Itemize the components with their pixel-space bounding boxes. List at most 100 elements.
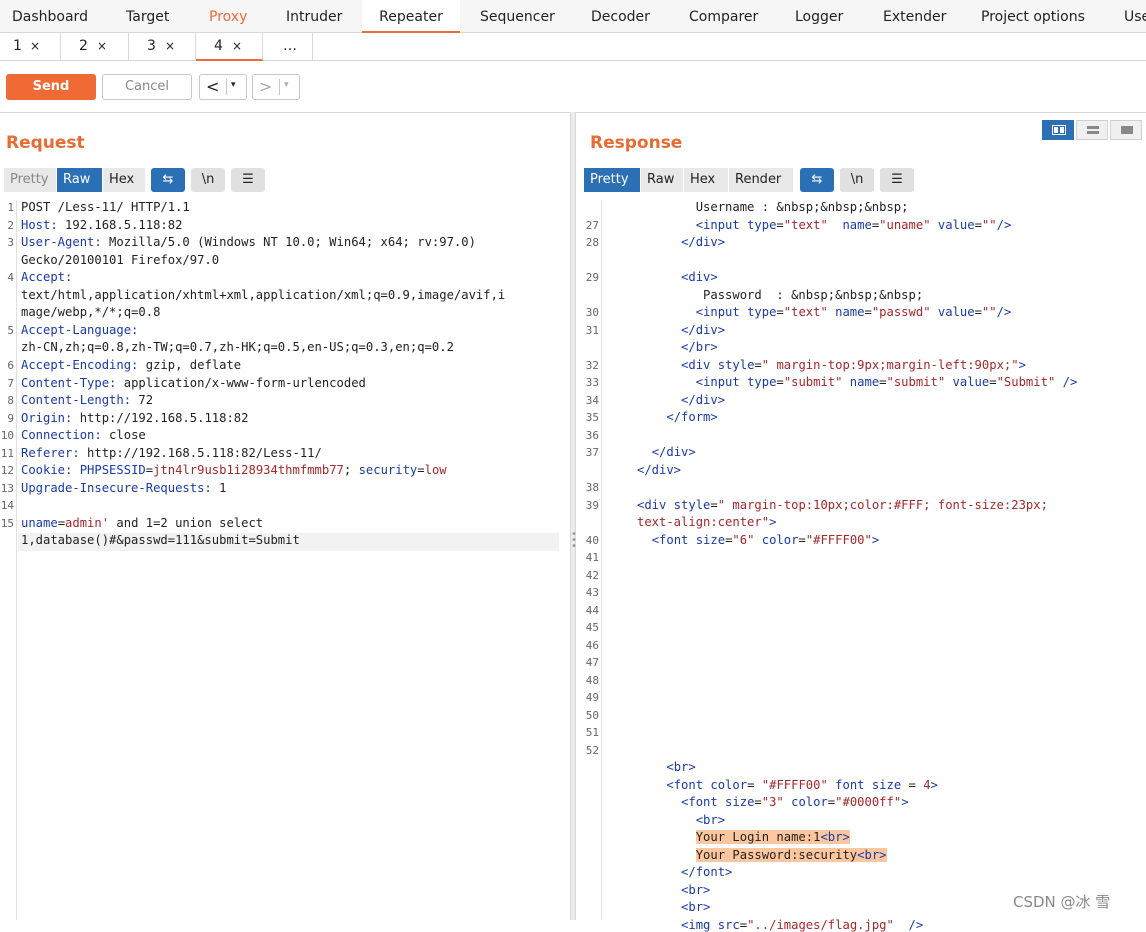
chevron-down-icon[interactable]: ▾ — [284, 80, 289, 90]
response-mode-raw[interactable]: Raw — [641, 168, 683, 192]
code-line: <font size="6" color="#FFFF00"> — [637, 533, 880, 547]
close-icon[interactable]: × — [97, 33, 107, 59]
code-token: Referer: — [21, 445, 80, 460]
code-token: </div> — [681, 392, 726, 407]
wrap-lines-icon[interactable]: ⇆ — [800, 168, 834, 192]
response-editor[interactable]: Username : &nbsp;&nbsp;&nbsp; 27 <input t… — [576, 200, 1146, 932]
line-number: 32 — [585, 358, 599, 372]
code-token: Your Password:security — [695, 847, 858, 862]
history-forward-button[interactable]: > ▾ — [252, 74, 300, 100]
code-line: </div> — [637, 323, 725, 337]
code-line: <br> — [637, 760, 695, 774]
code-token: zh-CN,zh;q=0.8,zh-TW;q=0.7,zh-HK;q=0.5,e… — [21, 340, 454, 355]
code-token: </br> — [681, 340, 718, 354]
repeater-tab-2[interactable]: 2 × — [61, 33, 129, 61]
code-token: Host: — [21, 217, 58, 232]
menu-icon[interactable]: ☰ — [880, 168, 914, 192]
chevron-left-icon: < — [206, 77, 220, 96]
code-token: = — [754, 357, 762, 372]
watermark: CSDN @冰 雪 — [1013, 893, 1111, 911]
line-number: 47 — [585, 656, 599, 669]
side-by-side-layout-icon[interactable] — [1042, 120, 1074, 140]
code-token: "#FFFF00" — [761, 777, 828, 792]
line-number: 36 — [585, 428, 599, 442]
close-icon[interactable]: × — [30, 33, 40, 59]
repeater-tab-more[interactable]: … — [263, 33, 313, 61]
tab-repeater[interactable]: Repeater — [362, 0, 460, 33]
line-number: 10 — [0, 429, 14, 443]
code-token: = — [754, 795, 762, 809]
repeater-tab-1[interactable]: 1 × — [0, 33, 61, 61]
repeater-tab-3[interactable]: 3 × — [129, 33, 196, 61]
line-number: 52 — [585, 743, 599, 757]
line-number: 37 — [585, 446, 599, 459]
code-token: <br> — [820, 830, 850, 844]
tab-target[interactable]: Target — [126, 0, 169, 33]
line-number: 28 — [585, 236, 599, 249]
request-mode-raw[interactable]: Raw — [57, 168, 102, 192]
code-token: Accept: — [21, 270, 73, 285]
line-number: 38 — [585, 481, 599, 494]
close-icon[interactable]: × — [232, 33, 242, 59]
line-number: 42 — [585, 568, 599, 582]
code-token: close — [101, 428, 146, 443]
repeater-tab-4[interactable]: 4 × — [196, 33, 263, 61]
wrap-lines-icon[interactable]: ⇆ — [151, 168, 185, 192]
code-token: 192.168.5.118:82 — [57, 217, 183, 232]
code-line: Content-Type: application/x-www-form-url… — [21, 376, 366, 390]
code-token: Mozilla/5.0 (Windows NT 10.0; Win64; x64… — [101, 235, 476, 250]
code-line: </div> — [637, 393, 725, 407]
line-number: 3 — [7, 236, 14, 250]
line-number: 50 — [585, 708, 599, 722]
tab-project-options[interactable]: Project options — [981, 0, 1085, 33]
code-token: Accept-Language: — [21, 322, 139, 337]
code-token: color — [703, 777, 748, 792]
line-number: 39 — [585, 498, 599, 512]
code-line: Referer: http://192.168.5.118:82/Less-11… — [21, 446, 322, 460]
request-mode-hex[interactable]: Hex — [103, 168, 145, 192]
code-token: = — [145, 463, 154, 478]
request-editor[interactable]: 1 POST /Less-11/ HTTP/1.1 2 Host: 192.168.5… — [0, 200, 568, 920]
tab-user-options[interactable]: Use — [1124, 0, 1146, 33]
code-line: Your Password:security<br> — [637, 847, 887, 862]
response-mode-render[interactable]: Render — [729, 168, 793, 192]
tab-extender[interactable]: Extender — [883, 0, 946, 33]
send-button[interactable]: Send — [6, 74, 96, 100]
history-back-button[interactable]: < ▾ — [199, 74, 247, 100]
repeater-tab-bar: 1 × 2 × 3 × 4 × … — [0, 33, 1146, 61]
tab-dashboard[interactable]: Dashboard — [12, 0, 88, 33]
cancel-button[interactable]: Cancel — [102, 74, 192, 100]
tab-proxy[interactable]: Proxy — [209, 0, 247, 33]
tabbed-layout-icon[interactable] — [1110, 120, 1142, 140]
line-number: 51 — [585, 726, 599, 739]
code-line: Accept-Encoding: gzip, deflate — [21, 358, 241, 372]
code-token: </form> — [666, 410, 718, 424]
code-line: <input type="text" name="passwd" value="… — [637, 305, 1012, 319]
menu-icon[interactable]: ☰ — [231, 168, 265, 192]
tab-decoder[interactable]: Decoder — [591, 0, 650, 33]
tab-intruder[interactable]: Intruder — [286, 0, 342, 33]
chevron-down-icon[interactable]: ▾ — [231, 80, 236, 90]
line-number: 2 — [7, 218, 14, 232]
show-newlines-icon[interactable]: \n — [840, 168, 874, 192]
close-icon[interactable]: × — [165, 33, 175, 59]
code-token: "" — [981, 217, 997, 232]
stacked-layout-icon[interactable] — [1076, 120, 1108, 140]
code-token: <br> — [681, 900, 711, 914]
code-line: POST /Less-11/ HTTP/1.1 — [21, 200, 190, 214]
line-number: 48 — [585, 673, 599, 687]
code-line: Cookie: PHPSESSID=jtn4lr9usb1i28934thmfm… — [21, 463, 447, 477]
response-mode-hex[interactable]: Hex — [684, 168, 728, 192]
tab-comparer[interactable]: Comparer — [689, 0, 758, 33]
response-mode-pretty[interactable]: Pretty — [584, 168, 640, 192]
line-number: 41 — [585, 551, 599, 564]
tab-logger[interactable]: Logger — [795, 0, 843, 33]
show-newlines-icon[interactable]: \n — [191, 168, 225, 192]
request-mode-pretty[interactable]: Pretty — [4, 168, 56, 192]
code-line: <div style=" margin-top:9px;margin-left:… — [637, 358, 1026, 372]
tab-sequencer[interactable]: Sequencer — [480, 0, 555, 33]
code-token: Upgrade-Insecure-Requests: — [21, 480, 212, 495]
line-number: 44 — [585, 603, 599, 617]
